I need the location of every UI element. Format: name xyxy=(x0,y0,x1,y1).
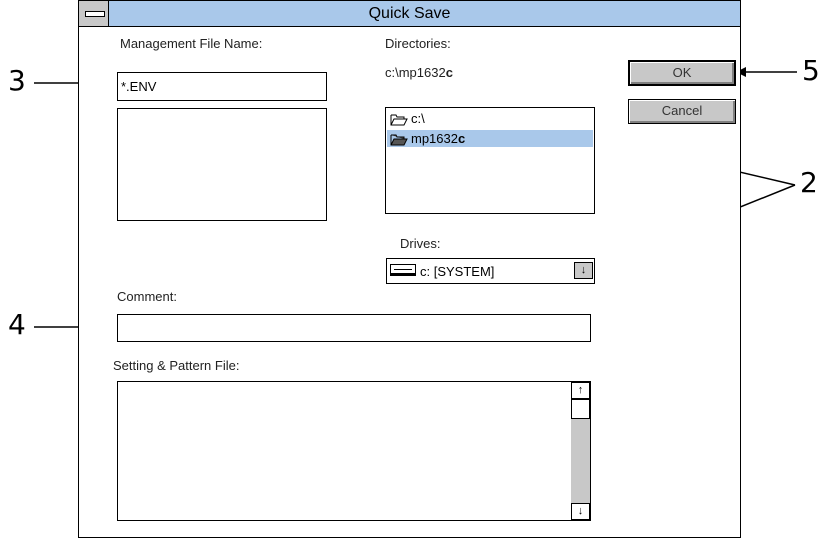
ok-button[interactable]: OK xyxy=(628,60,736,86)
scroll-thumb[interactable] xyxy=(571,399,590,419)
callout-3-label: 3 xyxy=(8,64,26,97)
directory-list[interactable]: c:\ mp1632c xyxy=(385,107,595,214)
cancel-button[interactable]: Cancel xyxy=(628,99,736,124)
directory-item-selected[interactable]: mp1632c xyxy=(387,130,593,147)
directory-item[interactable]: c:\ xyxy=(390,110,425,127)
comment-label: Comment: xyxy=(117,289,177,304)
arrow-up-icon: ↑ xyxy=(577,384,584,396)
management-file-input[interactable]: *.ENV xyxy=(117,72,327,101)
drives-dropdown[interactable]: c: [SYSTEM] ↓ xyxy=(386,258,595,284)
current-directory-path: c:\mp1632c xyxy=(385,65,453,80)
drive-icon xyxy=(390,264,416,276)
callout-4-label: 4 xyxy=(8,308,26,341)
comment-input[interactable] xyxy=(117,314,591,342)
drives-label: Drives: xyxy=(400,236,441,251)
quick-save-dialog: Quick Save Management File Name: *.ENV D… xyxy=(78,0,741,538)
setting-pattern-label: Setting & Pattern File: xyxy=(113,358,240,373)
window-title: Quick Save xyxy=(368,5,451,22)
open-folder-icon xyxy=(390,114,408,126)
callout-2-label: 2 xyxy=(800,166,818,199)
vertical-scrollbar[interactable]: ↑ ↓ xyxy=(571,382,590,520)
arrow-down-icon: ↓ xyxy=(580,264,587,276)
scroll-up-button[interactable]: ↑ xyxy=(571,382,590,399)
management-file-list[interactable] xyxy=(117,108,327,221)
drives-value: c: [SYSTEM] xyxy=(420,264,495,279)
setting-pattern-list[interactable]: ↑ ↓ xyxy=(117,381,591,521)
dropdown-arrow-button[interactable]: ↓ xyxy=(574,262,593,279)
management-file-label: Management File Name: xyxy=(120,36,263,51)
callout-5-label: 5 xyxy=(802,54,820,87)
directories-label: Directories: xyxy=(385,36,451,51)
scroll-down-button[interactable]: ↓ xyxy=(571,503,590,520)
open-folder-icon xyxy=(390,134,408,146)
management-file-value: *.ENV xyxy=(121,79,157,94)
title-bar[interactable]: Quick Save xyxy=(79,1,740,27)
arrow-down-icon: ↓ xyxy=(577,505,584,517)
